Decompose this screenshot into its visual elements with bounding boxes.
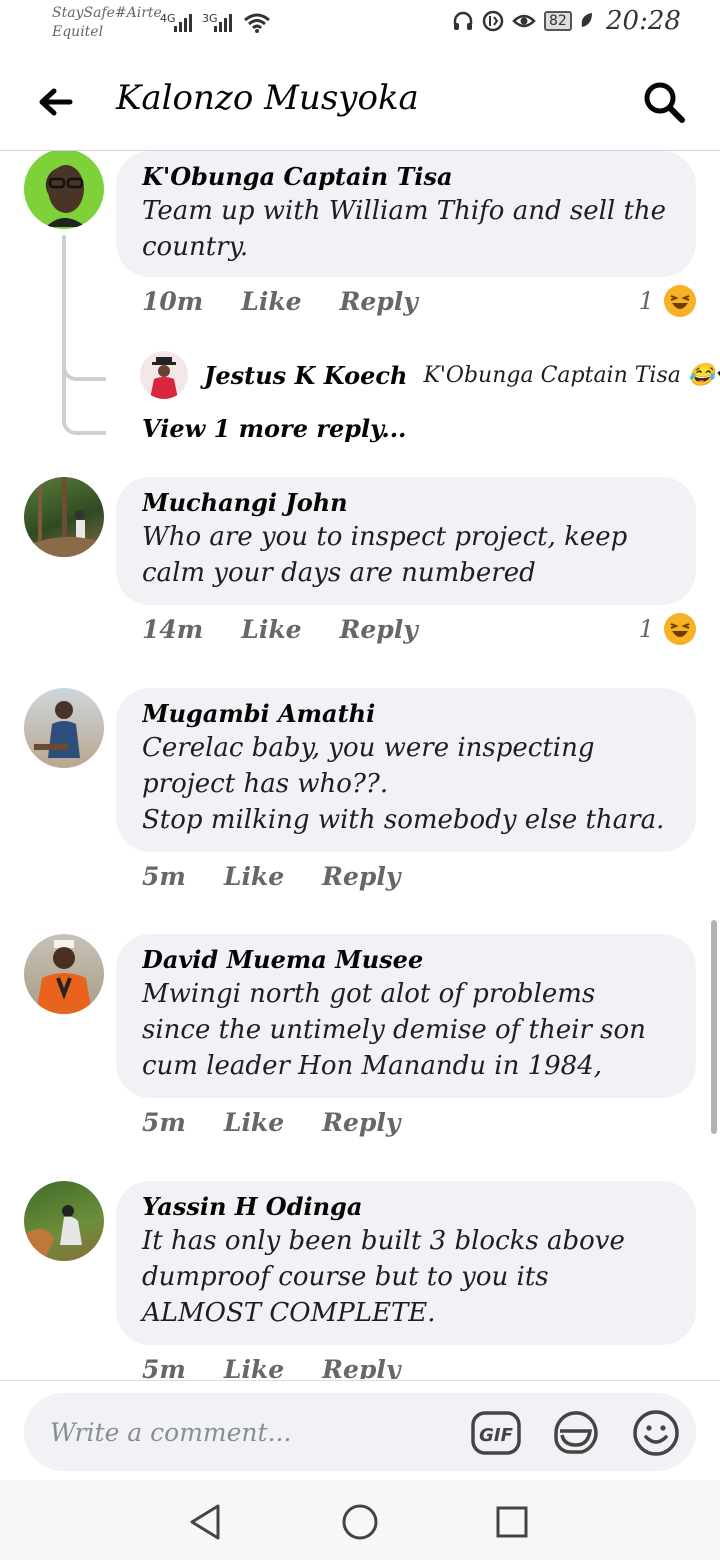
carrier-name: StaySafe#Airtel Equitel	[52, 4, 162, 42]
comment-actions: 10m Like Reply	[142, 287, 418, 316]
comment-author[interactable]: Yassin H Odinga	[142, 1191, 670, 1223]
comments-list[interactable]: K'Obunga Captain Tisa Team up with Willi…	[0, 151, 720, 1379]
comment-text: It has only been built 3 blocks above du…	[142, 1226, 625, 1328]
signal-bars-1-icon	[174, 12, 192, 32]
gif-label: GIF	[479, 1425, 513, 1446]
comment-text: Mwingi north got alot of problems since …	[142, 979, 646, 1081]
comment-time: 5m	[142, 862, 186, 891]
avatar-photo	[36, 940, 92, 1014]
status-icons: 82	[452, 10, 594, 32]
avatar[interactable]	[24, 934, 104, 1014]
avatar[interactable]	[24, 151, 104, 229]
comment-author[interactable]: Mugambi Amathi	[142, 698, 670, 730]
like-button[interactable]: Like	[241, 287, 301, 316]
square-recents-icon[interactable]	[490, 1500, 534, 1544]
smiley-icon[interactable]	[630, 1407, 682, 1459]
reply-preview[interactable]: Jestus K Koech K'Obunga Captain Tisa 😂�.…	[140, 351, 720, 399]
comment-actions: 5m Like Reply	[142, 862, 400, 891]
avatar[interactable]	[140, 351, 188, 399]
arrow-left-icon[interactable]	[36, 82, 76, 122]
reaction-count[interactable]: 1	[639, 285, 696, 317]
comment-actions: 5m Like Reply	[142, 1355, 400, 1379]
triangle-back-icon[interactable]	[184, 1500, 228, 1544]
circle-home-icon[interactable]	[338, 1500, 382, 1544]
comment-actions: 14m Like Reply	[142, 615, 418, 644]
avatar-photo	[24, 1205, 82, 1261]
like-button[interactable]: Like	[241, 615, 301, 644]
reply-button[interactable]: Reply	[322, 1108, 400, 1137]
reply-button[interactable]: Reply	[340, 615, 418, 644]
data-saver-icon	[482, 10, 504, 32]
reaction-number: 1	[638, 287, 654, 315]
view-more-replies[interactable]: View 1 more reply...	[142, 414, 406, 443]
comment-bubble[interactable]: Yassin H Odinga It has only been built 3…	[116, 1181, 696, 1345]
avatar-photo	[150, 357, 178, 399]
comment-author[interactable]: David Muema Musee	[142, 944, 670, 976]
carrier-line-1: StaySafe#Airtel	[52, 5, 162, 21]
carrier-line-2: Equitel	[52, 24, 104, 40]
comment-bubble[interactable]: K'Obunga Captain Tisa Team up with Willi…	[116, 151, 696, 277]
reply-text: K'Obunga Captain Tisa 😂�...	[423, 362, 720, 388]
reaction-number: 1	[638, 615, 654, 643]
avatar-photo	[24, 477, 104, 557]
comment-time: 5m	[142, 1108, 186, 1137]
comment-time: 14m	[142, 615, 204, 644]
system-nav-bar	[0, 1480, 720, 1560]
comment-bubble[interactable]: Muchangi John Who are you to inspect pro…	[116, 477, 696, 605]
leaf-icon	[581, 13, 592, 27]
comment-bubble[interactable]: David Muema Musee Mwingi north got alot …	[116, 934, 696, 1098]
like-button[interactable]: Like	[224, 862, 284, 891]
reply-button[interactable]: Reply	[322, 1355, 400, 1379]
haha-reaction-icon	[664, 285, 696, 317]
haha-reaction-icon	[664, 613, 696, 645]
comment-actions: 5m Like Reply	[142, 1108, 400, 1137]
signal-bars-2-icon	[214, 12, 232, 32]
avatar-photo	[46, 165, 86, 227]
comment-text-line: Cerelac baby, you were inspecting projec…	[142, 733, 595, 799]
gif-button[interactable]: GIF	[470, 1407, 522, 1459]
avatar[interactable]	[24, 1181, 104, 1261]
search-icon[interactable]	[640, 78, 688, 126]
thread-line	[62, 235, 66, 415]
status-bar: StaySafe#Airtel Equitel 4G 3G 82 20:28	[0, 0, 720, 52]
like-button[interactable]: Like	[224, 1108, 284, 1137]
reply-button[interactable]: Reply	[322, 862, 400, 891]
clock: 20:28	[606, 6, 681, 36]
page-title: Kalonzo Musyoka	[116, 78, 419, 118]
avatar[interactable]	[24, 477, 104, 557]
eye-comfort-icon	[512, 14, 536, 28]
comment-author[interactable]: Muchangi John	[142, 487, 670, 519]
comment-time: 5m	[142, 1355, 186, 1379]
comment-text: Team up with William Thifo and sell the …	[142, 196, 667, 262]
reaction-count[interactable]: 1	[639, 613, 696, 645]
headphones-icon	[453, 11, 473, 30]
avatar-photo	[34, 701, 80, 758]
wifi-icon	[244, 13, 270, 33]
reply-author[interactable]: Jestus K Koech	[204, 361, 407, 390]
like-button[interactable]: Like	[224, 1355, 284, 1379]
sticker-icon[interactable]	[550, 1407, 602, 1459]
thread-connector	[62, 395, 106, 435]
avatar[interactable]	[24, 688, 104, 768]
comment-text: Who are you to inspect project, keep cal…	[142, 522, 628, 588]
battery-level: 82	[544, 11, 572, 31]
comment-bubble[interactable]: Mugambi Amathi Cerelac baby, you were in…	[116, 688, 696, 852]
comment-composer: GIF	[0, 1380, 720, 1481]
comment-author[interactable]: K'Obunga Captain Tisa	[142, 161, 670, 193]
scrollbar[interactable]	[711, 920, 717, 1134]
comment-text-line: Stop milking with somebody else thara.	[142, 805, 665, 835]
comment-time: 10m	[142, 287, 204, 316]
thread-connector	[62, 341, 106, 381]
page-header: Kalonzo Musyoka	[0, 52, 720, 151]
reply-button[interactable]: Reply	[340, 287, 418, 316]
